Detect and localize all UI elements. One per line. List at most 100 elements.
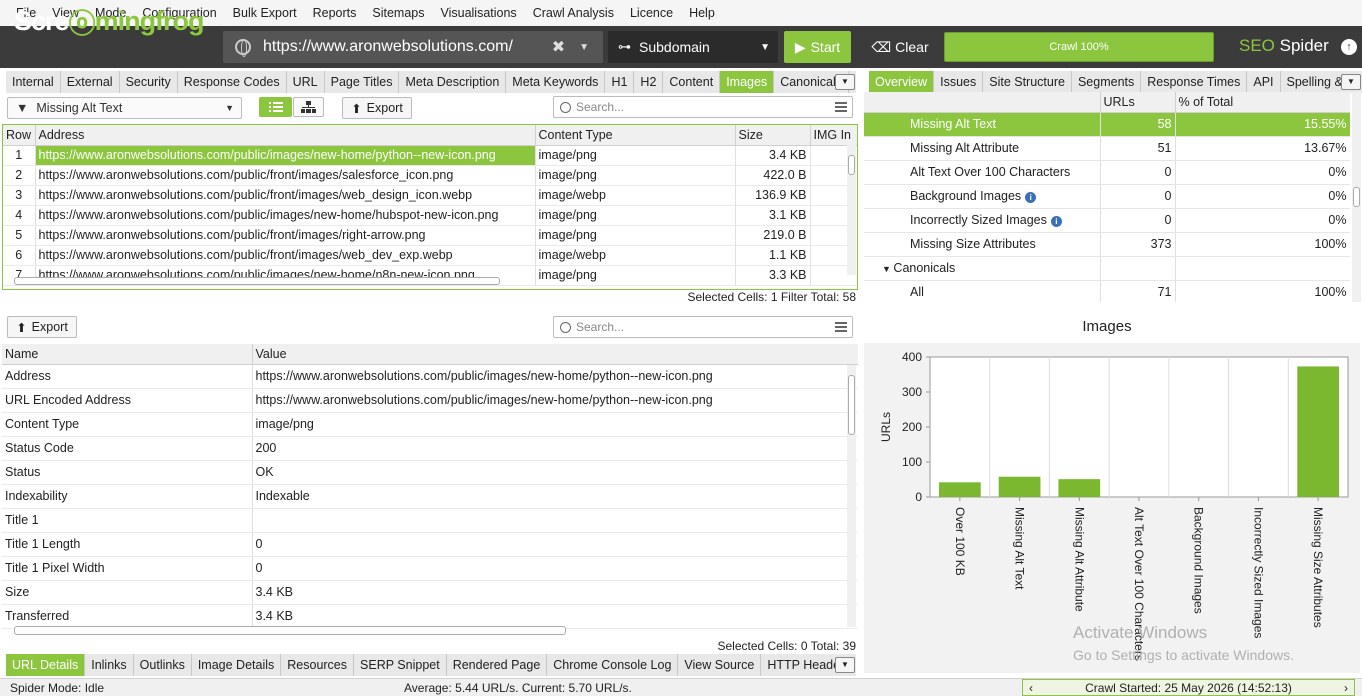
top-tabs-more-icon[interactable]: ▼ <box>835 74 855 90</box>
scroll-thumb[interactable] <box>1353 187 1360 207</box>
table-cell[interactable]: https://www.aronwebsolutions.com/public/… <box>35 205 536 226</box>
tab-response-codes[interactable]: Response Codes <box>177 71 287 93</box>
detail-row[interactable]: Title 1 Pixel Width 0 <box>2 556 858 581</box>
tab-api[interactable]: API <box>1247 71 1281 93</box>
tab-outlinks[interactable]: Outlinks <box>133 654 192 676</box>
table-cell[interactable]: 6 <box>3 245 36 266</box>
table-cell[interactable]: image/png <box>535 145 736 166</box>
table-cell[interactable]: 3.4 KB <box>735 145 811 166</box>
table-cell[interactable]: https://www.aronwebsolutions.com/public/… <box>35 165 536 186</box>
bar-missing-size-attributes[interactable] <box>1297 366 1339 497</box>
overview-row-incorrectly-sized-images[interactable]: Incorrectly Sized Images i 0 0% <box>864 208 1350 233</box>
table-cell[interactable]: 3.3 KB <box>735 265 811 286</box>
table-cell[interactable]: https://www.aronwebsolutions.com/public/… <box>35 185 536 206</box>
table-cell[interactable]: image/png <box>535 265 736 286</box>
overview-row-canonicals[interactable]: ▼ Canonicals <box>864 256 1350 281</box>
table-row[interactable]: 6 https://www.aronwebsolutions.com/public… <box>3 245 857 266</box>
table-cell[interactable]: 3 <box>3 185 36 206</box>
menu-licence[interactable]: Licence <box>622 6 681 20</box>
tab-external[interactable]: External <box>60 71 120 93</box>
table-cell[interactable]: 136.9 KB <box>735 185 811 206</box>
tab-issues[interactable]: Issues <box>934 71 984 93</box>
clear-url-icon[interactable]: ✖ <box>552 37 565 57</box>
table-cell[interactable]: https://www.aronwebsolutions.com/public/… <box>35 245 536 266</box>
tab-url[interactable]: URL <box>286 71 325 93</box>
tab-image-details[interactable]: Image Details <box>191 654 282 676</box>
table-cell[interactable]: 1.1 KB <box>735 245 811 266</box>
tab-content[interactable]: Content <box>663 71 721 93</box>
table-cell[interactable]: image/webp <box>535 245 736 266</box>
table-cell[interactable]: image/webp <box>535 185 736 206</box>
table-cell[interactable]: https://www.aronwebsolutions.com/public/… <box>35 225 536 246</box>
table-row[interactable]: 3 https://www.aronwebsolutions.com/public… <box>3 185 857 206</box>
tab-response-times[interactable]: Response Times <box>1141 71 1248 93</box>
overview-row-missing-alt-attribute[interactable]: Missing Alt Attribute 51 13.67% <box>864 136 1350 161</box>
main-table-hscroll[interactable] <box>14 277 500 285</box>
table-cell[interactable]: image/png <box>535 205 736 226</box>
info-icon[interactable]: i <box>1025 192 1037 203</box>
tab-page-titles[interactable]: Page Titles <box>324 71 400 93</box>
tab-meta-description[interactable]: Meta Description <box>399 71 507 93</box>
tab-chrome-console-log[interactable]: Chrome Console Log <box>547 654 679 676</box>
overview-row-missing-alt-text[interactable]: Missing Alt Text 58 15.55% <box>864 112 1350 137</box>
tab-site-structure[interactable]: Site Structure <box>983 71 1072 93</box>
overview-row-alt-text-over-100-characters[interactable]: Alt Text Over 100 Characters 0 0% <box>864 160 1350 185</box>
bar-over-100-kb[interactable] <box>939 482 981 497</box>
tab-internal[interactable]: Internal <box>6 71 61 93</box>
detail-row[interactable]: Size 3.4 KB <box>2 580 858 605</box>
table-cell[interactable]: 4 <box>3 205 36 226</box>
column-header-img-in[interactable]: IMG In <box>810 125 857 146</box>
scroll-thumb[interactable] <box>848 375 855 435</box>
detail-row[interactable]: Address https://www.aronwebsolutions.com/… <box>2 364 858 389</box>
tab-inlinks[interactable]: Inlinks <box>85 654 134 676</box>
menu-sitemaps[interactable]: Sitemaps <box>364 6 432 20</box>
detail-row[interactable]: Transferred 3.4 KB <box>2 604 858 629</box>
detail-row[interactable]: URL Encoded Address https://www.aronwebso… <box>2 388 858 413</box>
bar-missing-alt-text[interactable] <box>998 476 1041 497</box>
tab-security[interactable]: Security <box>119 71 178 93</box>
search-options-icon[interactable] <box>835 102 847 112</box>
overview-row-all[interactable]: All 71 100% <box>864 280 1350 302</box>
table-cell[interactable]: https://www.aronwebsolutions.com/public/… <box>35 145 536 166</box>
detail-row[interactable]: Title 1 <box>2 508 858 533</box>
scroll-thumb[interactable] <box>848 155 855 175</box>
tab-url-details[interactable]: URL Details <box>6 654 86 676</box>
menu-help[interactable]: Help <box>681 6 723 20</box>
column-header-content-type[interactable]: Content Type <box>535 125 736 146</box>
tab-resources[interactable]: Resources <box>281 654 355 676</box>
column-header-name[interactable]: Name <box>2 344 253 365</box>
tab-rendered-page[interactable]: Rendered Page <box>446 654 548 676</box>
table-cell[interactable]: 219.0 B <box>735 225 811 246</box>
search-options-icon[interactable] <box>835 322 847 332</box>
export-details-button[interactable]: ⬆ Export <box>7 316 77 338</box>
tab-serp-snippet[interactable]: SERP Snippet <box>354 654 447 676</box>
detail-row[interactable]: Status OK <box>2 460 858 485</box>
detail-row[interactable]: Title 1 Length 0 <box>2 532 858 557</box>
column-header-address[interactable]: Address <box>35 125 536 146</box>
table-row[interactable]: 4 https://www.aronwebsolutions.com/public… <box>3 205 857 226</box>
details-search-input[interactable]: Search... <box>553 316 853 338</box>
detail-row[interactable]: Indexability Indexable <box>2 484 858 509</box>
chevron-left-icon[interactable]: ‹ <box>1029 681 1033 695</box>
clear-button[interactable]: ⌫ Clear <box>866 31 934 63</box>
table-row[interactable]: 1 https://www.aronwebsolutions.com/public… <box>3 145 857 166</box>
info-icon[interactable]: i <box>1050 216 1062 227</box>
tab-meta-keywords[interactable]: Meta Keywords <box>506 71 606 93</box>
table-cell[interactable]: image/png <box>535 165 736 186</box>
list-view-button[interactable] <box>259 97 292 117</box>
detail-row[interactable]: Content Type image/png <box>2 412 858 437</box>
menu-reports[interactable]: Reports <box>305 6 365 20</box>
url-history-dropdown-icon[interactable]: ▼ <box>579 42 589 53</box>
right-tabs-more-icon[interactable]: ▼ <box>1341 74 1361 90</box>
mode-select[interactable]: ⊶ Subdomain ▼ <box>608 31 778 63</box>
column-header-value[interactable]: Value <box>252 344 858 365</box>
table-cell[interactable]: 3.1 KB <box>735 205 811 226</box>
table-row[interactable]: 5 https://www.aronwebsolutions.com/public… <box>3 225 857 246</box>
table-cell[interactable]: 422.0 B <box>735 165 811 186</box>
start-button[interactable]: ▶ Start <box>784 31 851 63</box>
detail-row[interactable]: Status Code 200 <box>2 436 858 461</box>
tab-images[interactable]: Images <box>720 71 775 93</box>
menu-bulk-export[interactable]: Bulk Export <box>225 6 305 20</box>
menu-crawl-analysis[interactable]: Crawl Analysis <box>525 6 622 20</box>
table-cell[interactable]: image/png <box>535 225 736 246</box>
